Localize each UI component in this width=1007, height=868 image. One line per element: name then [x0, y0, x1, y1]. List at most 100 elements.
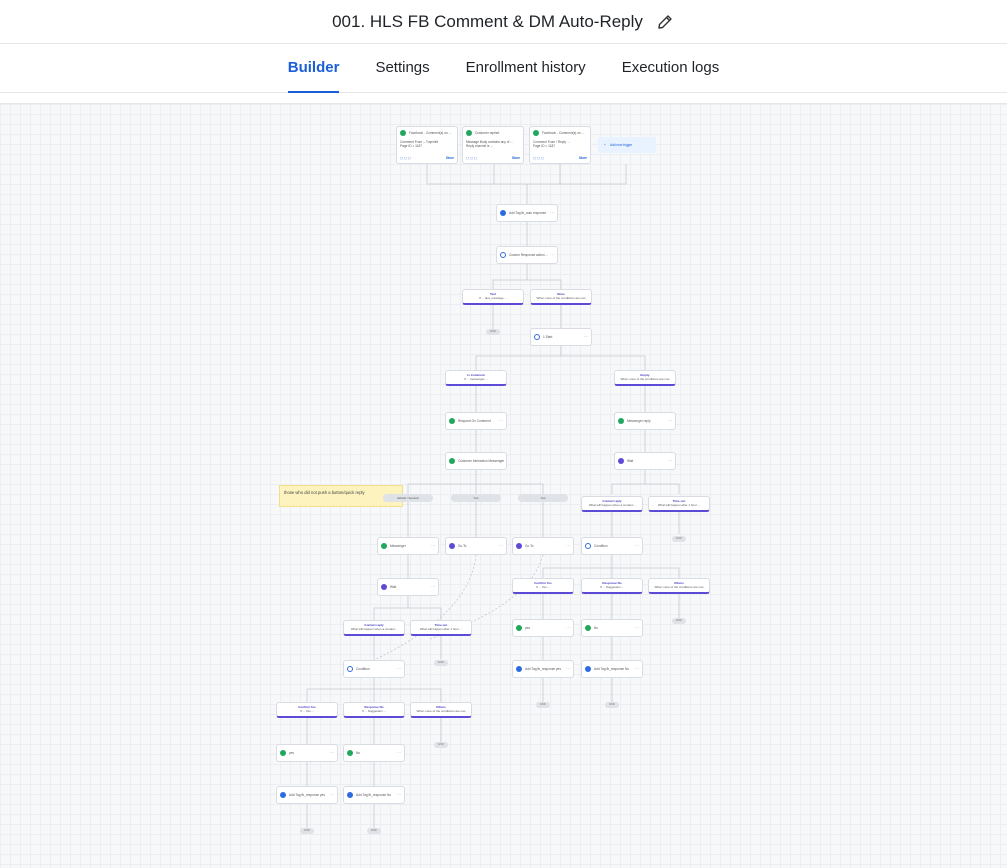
- action-node[interactable]: yes ⋯: [276, 744, 338, 762]
- tab-execution-logs[interactable]: Execution logs: [622, 45, 720, 93]
- store-link[interactable]: Store: [446, 156, 454, 160]
- action-node[interactable]: Messenger ⋯: [377, 537, 439, 555]
- tab-settings[interactable]: Settings: [375, 45, 429, 93]
- branch-node[interactable]: None When none of the conditions are met: [530, 289, 592, 305]
- action-node[interactable]: Add Tag fb_response No ⋯: [581, 660, 643, 678]
- more-icon[interactable]: ⋯: [330, 792, 334, 797]
- more-icon[interactable]: ⋯: [431, 543, 435, 548]
- branch-node[interactable]: Empty When none of the conditions are met: [614, 370, 676, 386]
- action-node[interactable]: Messenger reply ⋯: [614, 412, 676, 430]
- messenger-icon: [381, 543, 387, 549]
- branch-node[interactable]: Confirm Yes If ... Yes ...: [276, 702, 338, 718]
- branch-node[interactable]: Contact reply What will happen when a con…: [343, 620, 405, 636]
- more-icon[interactable]: ⋯: [397, 666, 401, 671]
- tag-icon: [347, 792, 353, 798]
- branch-pill[interactable]: Yes: [451, 494, 501, 502]
- trigger-actions-icon[interactable]: ▢ ▢ ▢: [400, 156, 411, 160]
- branch-node[interactable]: Contact reply What will happen when a con…: [581, 496, 643, 512]
- trigger-card[interactable]: Facebook - Comment(s) on ... Comment Fro…: [396, 126, 458, 164]
- more-icon[interactable]: ⋯: [499, 543, 503, 548]
- more-icon[interactable]: ⋯: [566, 666, 570, 671]
- branch-node[interactable]: Confirm Yes If ... Yes ...: [512, 578, 574, 594]
- tab-bar: Builder Settings Enrollment history Exec…: [0, 45, 1007, 93]
- trigger-actions-icon[interactable]: ▢ ▢ ▢: [533, 156, 544, 160]
- more-icon[interactable]: ⋯: [550, 210, 554, 215]
- more-icon[interactable]: ⋯: [668, 458, 672, 463]
- clock-icon: [618, 458, 624, 464]
- action-node[interactable]: No ⋯: [581, 619, 643, 637]
- more-icon[interactable]: ⋯: [431, 584, 435, 589]
- goto-icon: [449, 543, 455, 549]
- action-node[interactable]: Add Tag fb_auto response ⋯: [496, 204, 558, 222]
- end-marker: END: [434, 742, 448, 748]
- chat-icon: [466, 130, 472, 136]
- messenger-icon: [516, 625, 522, 631]
- messenger-icon: [618, 418, 624, 424]
- end-marker: END: [672, 536, 686, 542]
- action-node[interactable]: Custom Response action ... ⋯: [496, 246, 558, 264]
- action-node[interactable]: Condition ⋯: [581, 537, 643, 555]
- action-node[interactable]: Wait ⋯: [377, 578, 439, 596]
- action-node[interactable]: Wait ⋯: [614, 452, 676, 470]
- clock-icon: [381, 584, 387, 590]
- tab-enrollment-history[interactable]: Enrollment history: [466, 45, 586, 93]
- more-icon[interactable]: ⋯: [668, 418, 672, 423]
- messenger-icon: [533, 130, 539, 136]
- pencil-icon[interactable]: [655, 12, 675, 32]
- action-node[interactable]: No ⋯: [343, 744, 405, 762]
- more-icon[interactable]: ⋯: [499, 418, 503, 423]
- action-node[interactable]: Add Tag fb_response yes ⋯: [512, 660, 574, 678]
- action-node[interactable]: Condition ⋯: [343, 660, 405, 678]
- tag-icon: [585, 666, 591, 672]
- end-marker: END: [486, 329, 500, 335]
- more-icon[interactable]: ⋯: [635, 625, 639, 630]
- workflow-canvas[interactable]: Facebook - Comment(s) on ... Comment Fro…: [0, 94, 1007, 868]
- trigger-card[interactable]: Facebook - Comment(s) on ... Comment Fro…: [529, 126, 591, 164]
- messenger-icon: [449, 418, 455, 424]
- branch-node[interactable]: Response No If ... Suggestion ...: [581, 578, 643, 594]
- tag-icon: [280, 792, 286, 798]
- branch-node[interactable]: Others When none of the conditions are me…: [648, 578, 710, 594]
- store-link[interactable]: Store: [579, 156, 587, 160]
- goto-icon: [516, 543, 522, 549]
- plus-icon: +: [604, 143, 606, 147]
- action-node[interactable]: Add Tag fb_response No ⋯: [343, 786, 405, 804]
- branch-pill[interactable]: Yes: [518, 494, 568, 502]
- action-node[interactable]: yes ⋯: [512, 619, 574, 637]
- branch-pill[interactable]: default / Session: [383, 494, 433, 502]
- action-node[interactable]: Add Tag fb_response yes ⋯: [276, 786, 338, 804]
- trigger-card[interactable]: Customer replied Message Body contains a…: [462, 126, 524, 164]
- branch-node[interactable]: Text If ... last_message ...: [462, 289, 524, 305]
- action-node[interactable]: Customer Interaction Messenger ⋯: [445, 452, 507, 470]
- trigger-actions-icon[interactable]: ▢ ▢ ▢: [466, 156, 477, 160]
- end-marker: END: [605, 702, 619, 708]
- page-header: 001. HLS FB Comment & DM Auto-Reply: [0, 0, 1007, 44]
- action-node[interactable]: Go To ⋯: [512, 537, 574, 555]
- code-icon: [500, 252, 506, 258]
- more-icon[interactable]: ⋯: [635, 666, 639, 671]
- more-icon[interactable]: ⋯: [499, 458, 503, 463]
- branch-node[interactable]: Response No If ... Suggestion ...: [343, 702, 405, 718]
- add-trigger-button[interactable]: + Add new trigger: [598, 137, 656, 153]
- branch-node[interactable]: Time out What will happen after 1 hour ..…: [648, 496, 710, 512]
- end-marker: END: [536, 702, 550, 708]
- branch-node[interactable]: Is Comment If ... messenger ...: [445, 370, 507, 386]
- more-icon[interactable]: ⋯: [397, 750, 401, 755]
- more-icon[interactable]: ⋯: [566, 625, 570, 630]
- store-link[interactable]: Store: [512, 156, 520, 160]
- more-icon[interactable]: ⋯: [397, 792, 401, 797]
- action-node[interactable]: Go To ⋯: [445, 537, 507, 555]
- messenger-icon: [449, 458, 455, 464]
- more-icon[interactable]: ⋯: [550, 252, 554, 257]
- action-node[interactable]: 1 Start ⋯: [530, 328, 592, 346]
- more-icon[interactable]: ⋯: [584, 334, 588, 339]
- more-icon[interactable]: ⋯: [566, 543, 570, 548]
- condition-icon: [585, 543, 591, 549]
- more-icon[interactable]: ⋯: [330, 750, 334, 755]
- branch-node[interactable]: Others When none of the conditions are me…: [410, 702, 472, 718]
- messenger-icon: [280, 750, 286, 756]
- action-node[interactable]: Respond On Comment ⋯: [445, 412, 507, 430]
- tab-builder[interactable]: Builder: [287, 45, 339, 93]
- branch-node[interactable]: Time out What will happen after 1 hour ..…: [410, 620, 472, 636]
- more-icon[interactable]: ⋯: [635, 543, 639, 548]
